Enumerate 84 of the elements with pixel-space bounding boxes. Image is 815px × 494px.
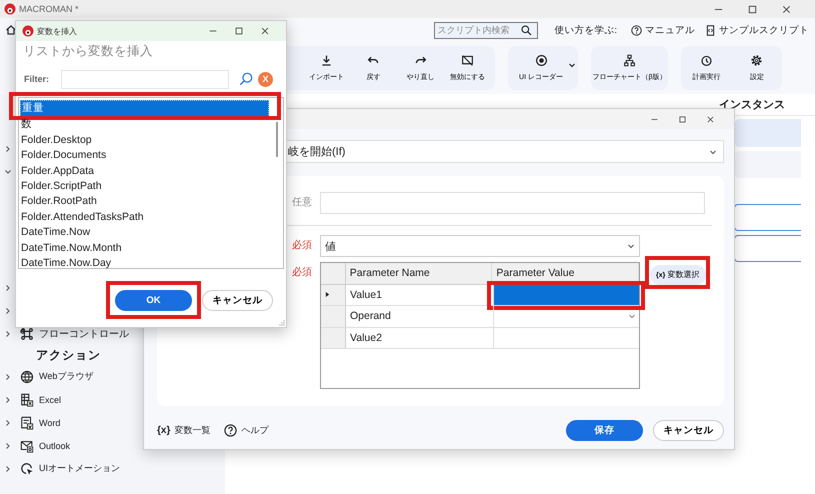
sidebar-item[interactable]: フローコントロール (20, 326, 129, 340)
command-icon (20, 326, 34, 340)
variables-link[interactable]: {x} 変数一覧 (157, 424, 210, 436)
window-title: 変数を挿入 (37, 26, 77, 36)
flowchart-icon (623, 54, 636, 67)
list-item[interactable]: DateTime.Now.Day (20, 256, 269, 272)
globe-icon (20, 370, 34, 384)
sidebar-item[interactable]: Word (20, 416, 60, 430)
list-item[interactable]: DateTime.Now.Month (20, 240, 269, 256)
code-file-icon (705, 24, 716, 36)
close-icon[interactable] (260, 26, 270, 36)
list-item[interactable]: Folder.AppData (20, 164, 269, 179)
caret-icon (709, 148, 717, 156)
maximize-icon[interactable] (678, 114, 687, 124)
learn-label: 使い方を学ぶ: (554, 24, 617, 36)
section-heading: アクション (35, 346, 102, 364)
close-icon[interactable] (706, 114, 715, 124)
cursor-icon (20, 462, 34, 476)
list-item[interactable]: Folder.RootPath (20, 194, 269, 210)
envelope-icon (20, 438, 34, 452)
help-link[interactable]: ヘルプ (224, 424, 268, 436)
chevron-icon[interactable] (4, 442, 12, 450)
resize-grip-icon[interactable] (279, 320, 285, 326)
table-cell: Value2 (346, 328, 494, 348)
document-icon (20, 416, 34, 430)
maximize-icon[interactable] (747, 4, 758, 14)
list-item[interactable]: 重量 (20, 100, 269, 118)
row-pointer-icon (325, 291, 330, 298)
chevron-icon[interactable] (4, 144, 12, 152)
chevron-icon[interactable] (4, 284, 12, 292)
cancel-button[interactable]: キャンセル (202, 290, 273, 311)
list-item[interactable]: 数 (20, 117, 269, 133)
filter-field[interactable] (61, 70, 229, 88)
cancel-button[interactable]: キャンセル (653, 420, 724, 440)
save-button[interactable]: 保存 (566, 420, 643, 440)
close-icon[interactable] (781, 4, 792, 14)
window-title: MACROMAN * (19, 4, 79, 14)
logo-icon (4, 3, 16, 15)
help-icon (631, 24, 642, 36)
settings-icon (750, 54, 764, 67)
search-icon[interactable] (521, 24, 532, 36)
clock-icon (700, 54, 713, 67)
sidebar-item[interactable]: Outlook (20, 438, 70, 452)
list-item[interactable]: DateTime.Now (20, 225, 269, 241)
value-type-dropdown[interactable]: 値 (320, 235, 640, 257)
caret-icon[interactable] (568, 61, 576, 69)
chevron-icon[interactable] (4, 464, 12, 472)
scrollbar[interactable] (276, 122, 279, 157)
search-field[interactable]: スクリプト内検索 (434, 22, 538, 38)
column-header: Parameter Name (346, 263, 492, 284)
chevron-icon[interactable] (4, 330, 12, 338)
sample-scripts-link[interactable]: サンプルスクリプト (705, 24, 809, 36)
maximize-icon[interactable] (234, 26, 244, 36)
field-label: 任意 (291, 196, 313, 210)
logo-icon (22, 25, 34, 37)
dialog-heading: リストから変数を挿入 (22, 43, 154, 60)
caret-icon (627, 242, 635, 250)
home-icon[interactable] (5, 24, 17, 36)
input-cell[interactable] (494, 284, 639, 305)
crossed-screen-icon (461, 54, 474, 67)
column-header: Parameter Value (492, 263, 639, 284)
filter-label: Filter: (23, 74, 50, 84)
field-label: 必須 (291, 266, 313, 280)
field-label: 必須 (291, 238, 313, 253)
input-field[interactable] (320, 192, 705, 214)
spreadsheet-icon (20, 392, 34, 406)
help-icon (224, 424, 238, 436)
record-icon (534, 54, 548, 67)
table-cell: Operand (346, 306, 494, 326)
chevron-icon[interactable] (4, 418, 12, 426)
sidebar-item[interactable]: UIオートメーション (20, 462, 120, 476)
manual-link[interactable]: マニュアル (631, 24, 695, 36)
list-item[interactable]: Folder.ScriptPath (20, 178, 269, 194)
chevron-icon[interactable] (4, 372, 12, 380)
chevron-icon[interactable] (4, 306, 12, 314)
ok-button[interactable]: OK (115, 290, 192, 311)
caret-icon (628, 312, 636, 320)
chevron-icon[interactable] (4, 168, 12, 176)
download-icon (320, 54, 333, 67)
instance-panel (735, 119, 801, 147)
list-item[interactable]: Folder.AttendedTasksPath (20, 210, 269, 226)
sidebar-item[interactable]: Excel (20, 392, 62, 406)
sidebar-item[interactable]: Webブラウザ (20, 370, 94, 384)
chevron-icon[interactable] (4, 396, 12, 404)
